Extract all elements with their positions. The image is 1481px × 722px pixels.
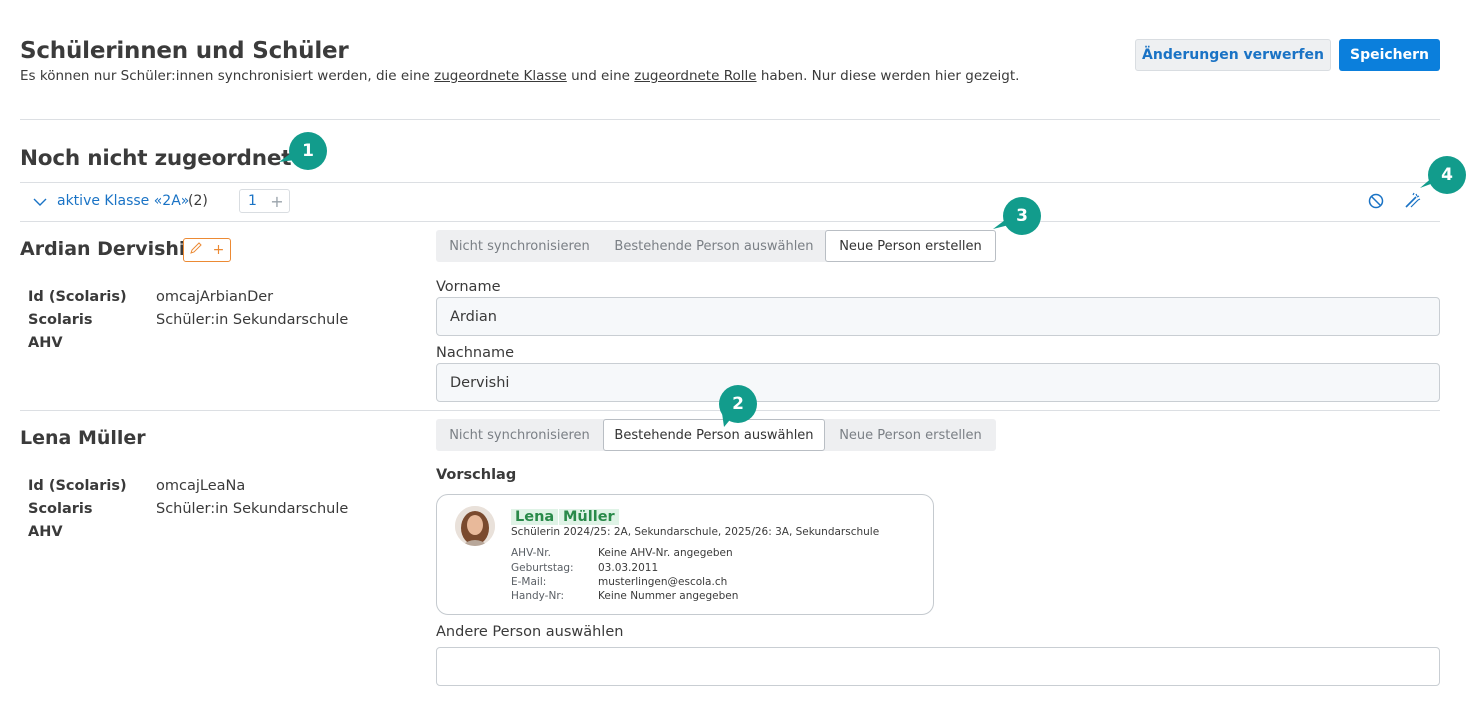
meta-label: Scolaris bbox=[28, 501, 93, 517]
chevron-down-icon[interactable] bbox=[33, 196, 47, 210]
marker-tail bbox=[279, 150, 295, 162]
suggestion-first-name: Lena bbox=[511, 506, 559, 525]
avatar bbox=[455, 506, 495, 546]
sync-mode-selector: Nicht synchronisieren Bestehende Person … bbox=[436, 230, 996, 262]
pencil-icon[interactable] bbox=[184, 242, 207, 258]
group-top-divider bbox=[20, 182, 1440, 183]
marker-1: 1 bbox=[279, 132, 327, 170]
detail-value: Keine Nummer angegeben bbox=[598, 590, 739, 602]
suggestion-card[interactable]: Lena Müller Schülerin 2024/25: 2A, Sekun… bbox=[436, 494, 934, 615]
detail-key: Handy-Nr: bbox=[511, 590, 564, 602]
marker-3: 3 bbox=[993, 197, 1041, 235]
meta-value: Schüler:in Sekundarschule bbox=[156, 501, 349, 517]
group-counter-value: 1 bbox=[248, 193, 257, 209]
marker-tail bbox=[1420, 176, 1436, 188]
nachname-field[interactable]: Dervishi bbox=[436, 363, 1440, 402]
magic-wand-icon[interactable] bbox=[1403, 192, 1421, 210]
meta-label: Id (Scolaris) bbox=[28, 289, 127, 305]
marker-tail bbox=[993, 217, 1009, 229]
marker-number: 4 bbox=[1441, 165, 1453, 185]
marker-4: 4 bbox=[1420, 156, 1466, 194]
link-zugeordnete-rolle[interactable]: zugeordnete Rolle bbox=[634, 68, 756, 84]
group-class-label[interactable]: aktive Klasse «2A» bbox=[57, 193, 189, 209]
first-name-highlight: Lena bbox=[511, 509, 559, 525]
plus-icon[interactable]: + bbox=[265, 192, 289, 211]
marker-number: 2 bbox=[732, 394, 744, 414]
detail-value: musterlingen@escola.ch bbox=[598, 576, 728, 588]
option-bestehende-person[interactable]: Bestehende Person auswählen bbox=[603, 419, 825, 451]
meta-label: Id (Scolaris) bbox=[28, 478, 127, 494]
link-zugeordnete-klasse[interactable]: zugeordnete Klasse bbox=[434, 68, 567, 84]
subtitle-text-3: haben. Nur diese werden hier gezeigt. bbox=[756, 68, 1020, 84]
page-title: Schülerinnen und Schüler bbox=[20, 38, 349, 64]
group-counter: 1 + bbox=[239, 189, 290, 213]
detail-key: Geburtstag: bbox=[511, 562, 574, 574]
edit-button-group: + bbox=[183, 238, 231, 262]
group-count: (2) bbox=[188, 193, 208, 209]
page-subtitle: Es können nur Schüler:innen synchronisie… bbox=[20, 68, 1019, 84]
meta-label: Scolaris bbox=[28, 312, 93, 328]
nachname-label: Nachname bbox=[436, 345, 515, 361]
marker-2: 2 bbox=[719, 385, 757, 427]
meta-value: omcajArbianDer bbox=[156, 289, 274, 305]
marker-tail bbox=[722, 413, 734, 427]
group-bottom-divider bbox=[20, 221, 1440, 222]
meta-value: Schüler:in Sekundarschule bbox=[156, 312, 349, 328]
vorname-label: Vorname bbox=[436, 279, 501, 295]
section-title: Noch nicht zugeordnet bbox=[20, 146, 292, 171]
detail-value: Keine AHV-Nr. angegeben bbox=[598, 547, 733, 559]
meta-label: AHV bbox=[28, 524, 63, 540]
marker-number: 3 bbox=[1016, 206, 1028, 226]
suggestion-label: Vorschlag bbox=[436, 467, 517, 483]
save-button[interactable]: Speichern bbox=[1339, 39, 1440, 71]
sync-mode-selector: Nicht synchronisieren Bestehende Person … bbox=[436, 419, 996, 451]
other-person-label: Andere Person auswählen bbox=[436, 624, 624, 640]
header-divider bbox=[20, 119, 1440, 120]
detail-value: 03.03.2011 bbox=[598, 562, 659, 574]
suggestion-subtitle: Schülerin 2024/25: 2A, Sekundarschule, 2… bbox=[511, 526, 880, 538]
option-nicht-synchronisieren[interactable]: Nicht synchronisieren bbox=[436, 230, 603, 262]
option-nicht-synchronisieren[interactable]: Nicht synchronisieren bbox=[436, 419, 603, 451]
option-neue-person[interactable]: Neue Person erstellen bbox=[825, 230, 996, 262]
subtitle-text-1: Es können nur Schüler:innen synchronisie… bbox=[20, 68, 435, 84]
block-icon[interactable] bbox=[1367, 192, 1385, 210]
option-neue-person[interactable]: Neue Person erstellen bbox=[825, 419, 996, 451]
other-person-input[interactable] bbox=[436, 647, 1440, 686]
subtitle-text-2: und eine bbox=[566, 68, 635, 84]
person-name: Lena Müller bbox=[20, 427, 146, 449]
meta-label: AHV bbox=[28, 335, 63, 351]
detail-key: AHV-Nr. bbox=[511, 547, 551, 559]
suggestion-last-name: Müller bbox=[559, 506, 619, 525]
plus-icon[interactable]: + bbox=[207, 242, 230, 258]
option-bestehende-person[interactable]: Bestehende Person auswählen bbox=[603, 230, 825, 262]
meta-value: omcajLeaNa bbox=[156, 478, 246, 494]
vorname-field[interactable]: Ardian bbox=[436, 297, 1440, 336]
discard-changes-button[interactable]: Änderungen verwerfen bbox=[1135, 39, 1331, 71]
detail-key: E-Mail: bbox=[511, 576, 547, 588]
marker-number: 1 bbox=[302, 141, 314, 161]
last-name-highlight: Müller bbox=[559, 509, 619, 525]
person-name: Ardian Dervishi bbox=[20, 238, 186, 260]
